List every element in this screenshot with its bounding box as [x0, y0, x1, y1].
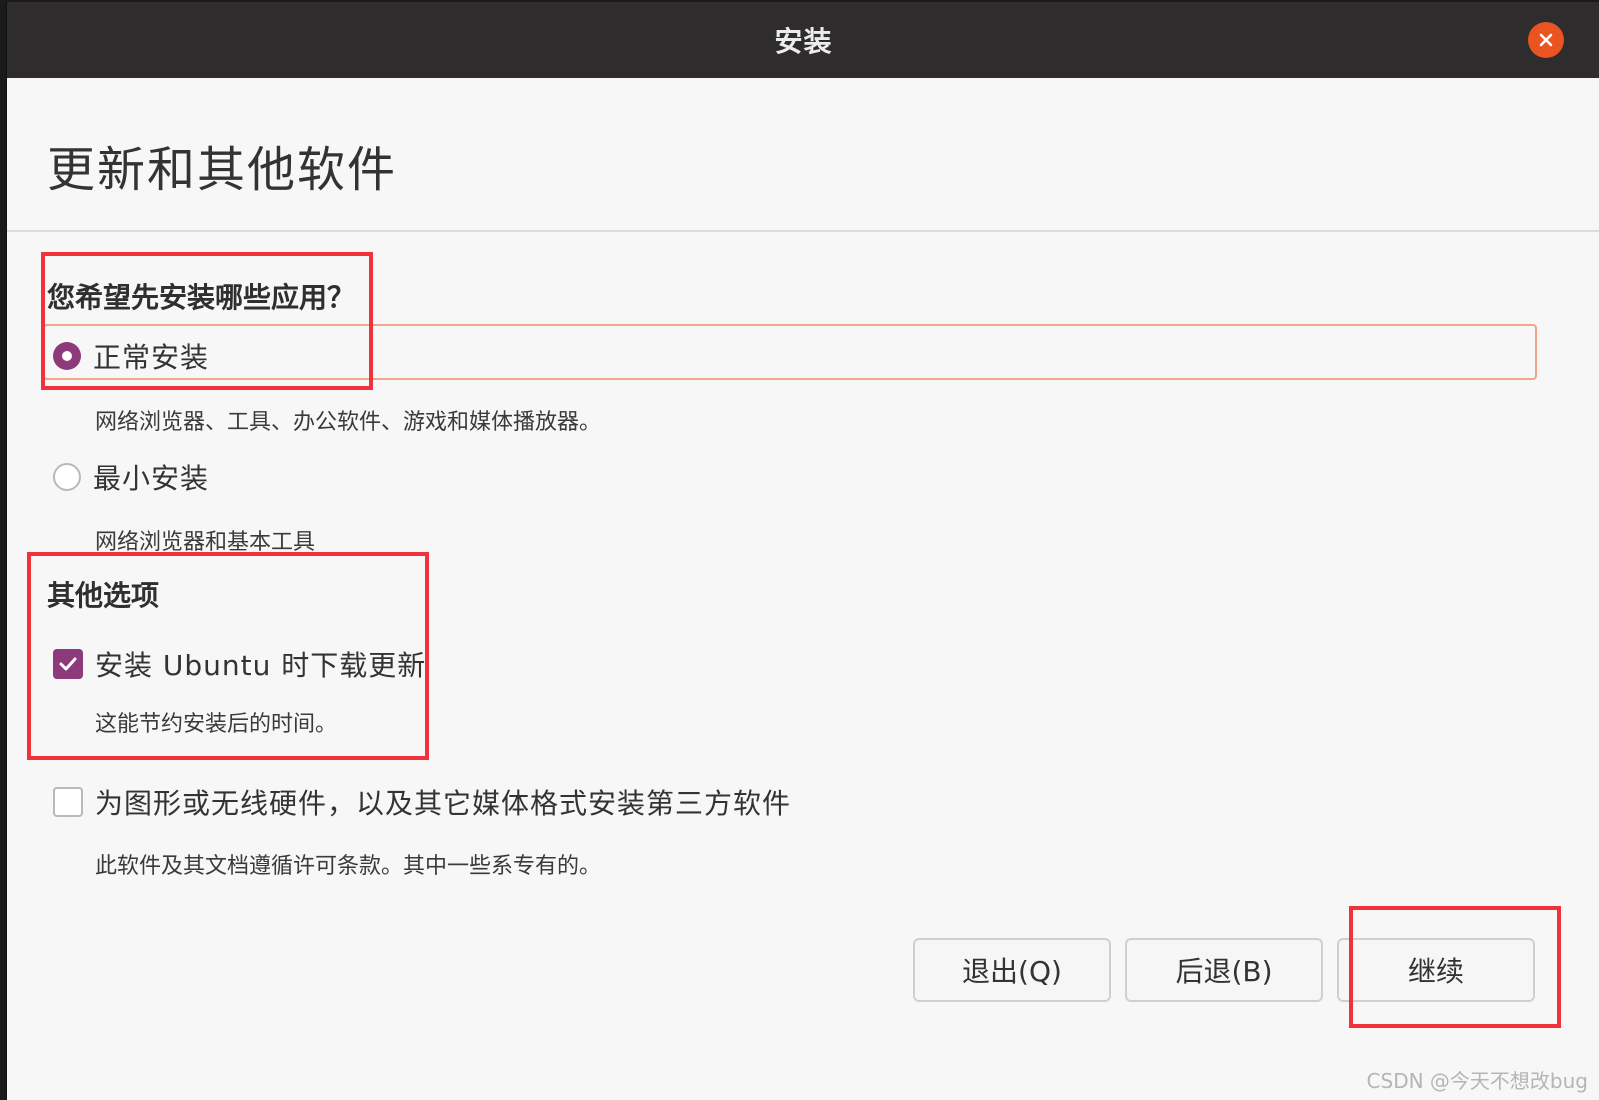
radio-selected-icon[interactable] [53, 342, 81, 370]
window-title: 安装 [774, 25, 833, 58]
radio-unselected-icon[interactable] [53, 463, 81, 491]
close-button[interactable] [1528, 22, 1564, 58]
close-icon [1539, 33, 1553, 47]
checkbox-download-updates[interactable]: 安装 Ubuntu 时下载更新 [53, 644, 426, 684]
download-updates-description: 这能节约安装后的时间。 [95, 712, 338, 737]
other-options-heading: 其他选项 [47, 579, 160, 612]
quit-button[interactable]: 退出(Q) [913, 938, 1111, 1002]
page-title: 更新和其他软件 [47, 142, 398, 198]
title-bar: 安装 [7, 2, 1599, 78]
checkbox-checked-icon[interactable] [53, 649, 83, 679]
radio-minimal-install[interactable]: 最小安装 [53, 457, 209, 497]
normal-install-description: 网络浏览器、工具、办公软件、游戏和媒体播放器。 [95, 410, 602, 435]
minimal-install-description: 网络浏览器和基本工具 [95, 530, 316, 555]
back-button[interactable]: 后退(B) [1125, 938, 1323, 1002]
checkbox-download-updates-label: 安装 Ubuntu 时下载更新 [95, 649, 427, 682]
apps-section-heading: 您希望先安装哪些应用？ [47, 281, 356, 314]
watermark: CSDN @今天不想改bug [1366, 1069, 1588, 1093]
radio-normal-install-label: 正常安装 [93, 341, 210, 374]
page-header: 更新和其他软件 [7, 78, 1599, 232]
checkmark-icon [59, 657, 77, 671]
continue-button[interactable]: 继续 [1337, 938, 1535, 1002]
radio-normal-install[interactable]: 正常安装 [53, 336, 209, 376]
checkbox-third-party[interactable]: 为图形或无线硬件，以及其它媒体格式安装第三方软件 [53, 782, 791, 822]
third-party-description: 此软件及其文档遵循许可条款。其中一些系专有的。 [95, 854, 602, 879]
installer-window: 安装 更新和其他软件 您希望先安装哪些应用？ 正常安装 网络浏览器、工具、办公软… [6, 2, 1599, 1100]
checkbox-unchecked-icon[interactable] [53, 787, 83, 817]
checkbox-third-party-label: 为图形或无线硬件，以及其它媒体格式安装第三方软件 [95, 787, 792, 820]
focus-outline [43, 324, 1537, 380]
radio-minimal-install-label: 最小安装 [93, 462, 210, 495]
